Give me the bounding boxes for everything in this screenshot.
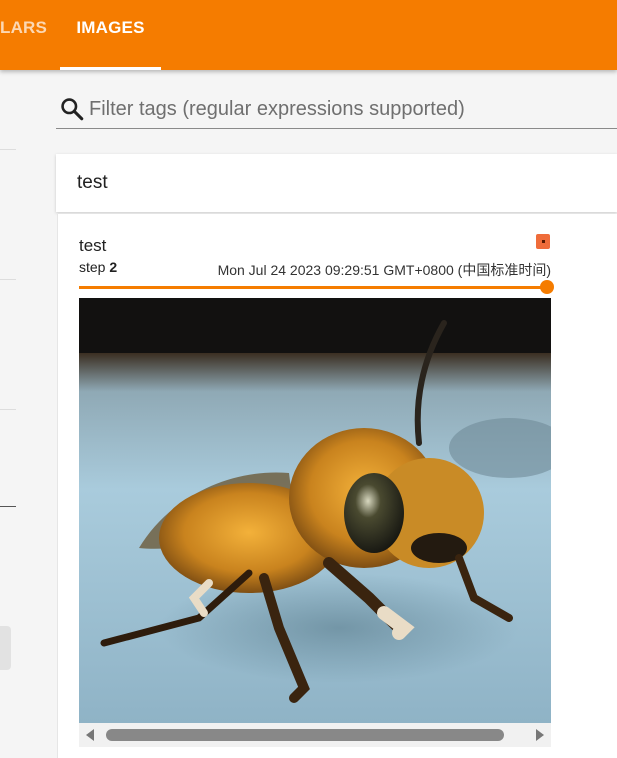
scroll-right-arrow[interactable]	[536, 729, 544, 741]
sidebar	[0, 70, 30, 758]
step-slider-track[interactable]	[79, 286, 547, 289]
step-slider-thumb[interactable]	[540, 280, 554, 294]
active-tab-indicator	[60, 67, 161, 70]
card-title: test	[79, 236, 107, 255]
step-text: step	[79, 259, 106, 275]
step-value: 2	[109, 259, 118, 275]
tag-filter	[56, 92, 617, 129]
sidebar-divider	[0, 279, 16, 280]
tag-group-header[interactable]: test	[56, 154, 617, 212]
sidebar-button[interactable]	[0, 626, 11, 670]
top-app-bar: LARS IMAGES	[0, 0, 617, 70]
bee-image	[79, 298, 551, 723]
sidebar-divider	[0, 149, 16, 150]
scroll-thumb[interactable]	[106, 729, 504, 741]
tab-images[interactable]: IMAGES	[60, 0, 161, 70]
search-input[interactable]	[89, 94, 609, 124]
tag-group-title: test	[77, 172, 108, 193]
tab-scalars[interactable]: LARS	[0, 0, 47, 70]
run-color-swatch[interactable]	[536, 234, 550, 249]
scroll-left-arrow[interactable]	[86, 729, 94, 741]
step-label: step 2	[79, 259, 117, 275]
sidebar-divider	[0, 409, 16, 410]
sidebar-divider	[0, 506, 16, 507]
timestamp: Mon Jul 24 2023 09:29:51 GMT+0800 (中国标准时…	[217, 262, 551, 278]
search-icon	[61, 98, 84, 121]
bee-photo	[79, 298, 551, 723]
image-card: test step 2 Mon Jul 24 2023 09:29:51 GMT…	[57, 214, 617, 758]
image-scrollbar[interactable]	[79, 723, 551, 747]
